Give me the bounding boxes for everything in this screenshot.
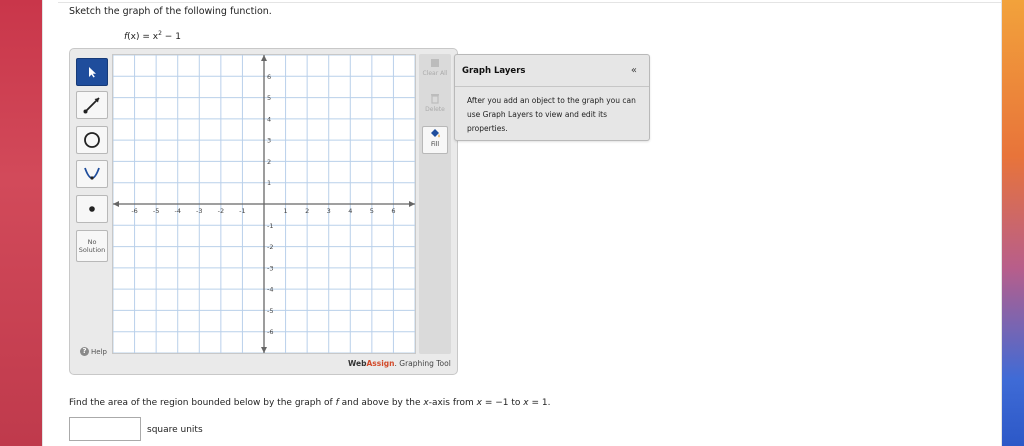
circle-icon [84,132,100,148]
graph-toolbar: No Solution ? Help [74,54,110,356]
pointer-tool-button[interactable] [76,58,108,86]
x-tick-label: 6 [391,207,395,215]
clear-all-label: Clear All [422,70,448,77]
desktop-background-left [0,0,42,446]
coordinate-grid[interactable]: -6 -5 -4 -3 -2 -1 1 2 3 4 5 6 6 5 4 3 2 1 -1 -2 -3 -4 -5 -6 [112,54,416,354]
y-tick-label: 3 [267,137,271,145]
area-question-part: = −1 to [482,398,524,408]
area-question-part: -axis from [428,398,477,408]
x-axis-arrow-right [409,201,415,207]
y-tick-label: 2 [267,158,271,166]
line-segment-icon [83,97,100,114]
no-solution-label-line2: Solution [78,246,106,254]
graph-layers-panel: Graph Layers « After you add an object t… [454,54,650,141]
pointer-icon [89,67,96,78]
line-segment-tool-button[interactable] [76,91,108,119]
area-question-part: = 1. [528,398,551,408]
fill-label: Fill [430,141,439,148]
graph-layers-description: After you add an object to the graph you… [467,96,636,133]
no-solution-button[interactable]: No Solution [76,230,108,262]
graph-side-tools: Clear All Delete Fill [419,54,451,354]
clear-all-button[interactable]: Clear All [422,58,448,86]
graph-canvas[interactable]: -6 -5 -4 -3 -2 -1 1 2 3 4 5 6 6 5 4 3 2 1 -1 -2 -3 -4 -5 -6 [112,54,416,354]
delete-button[interactable]: Delete [422,92,448,120]
x-tick-label: 3 [327,207,331,215]
x-tick-label: -1 [239,207,245,215]
card-divider [58,2,1002,3]
graph-layers-title: Graph Layers [462,66,526,76]
circle-tool-button[interactable] [76,126,108,154]
area-question-part: Find the area of the region bounded belo… [69,398,336,408]
function-body: (x) = x [127,32,159,42]
y-tick-label: -2 [267,243,273,251]
brand-web: Web [348,359,367,368]
x-tick-label: -6 [131,207,137,215]
y-axis-arrow-up [261,55,267,61]
graphing-tool: No Solution ? Help -6 -5 -4 -3 -2 -1 1 2 3 4 5 6 6 5 4… [69,48,458,375]
parabola-tool-button[interactable] [76,160,108,188]
webassign-branding: WebAssign. Graphing Tool [348,359,451,368]
y-tick-label: 6 [267,73,271,81]
x-tick-label: -5 [153,207,159,215]
y-tick-label: 1 [267,179,271,187]
y-tick-label: -4 [267,286,273,294]
y-tick-label: 5 [267,94,271,102]
collapse-icon[interactable]: « [631,65,637,76]
y-tick-label: -1 [267,222,273,230]
point-icon [89,206,95,212]
x-tick-label: 1 [284,207,288,215]
help-label: Help [91,347,107,356]
brand-suffix: . Graphing Tool [394,359,451,368]
units-label: square units [147,425,203,435]
brand-assign: Assign [366,359,395,368]
delete-label: Delete [425,106,445,113]
graph-layers-header[interactable]: Graph Layers « [455,55,649,87]
trash-icon [431,94,439,104]
area-question-text: Find the area of the region bounded belo… [69,398,550,408]
x-axis-arrow-left [113,201,119,207]
parabola-icon [84,167,100,180]
area-answer-input[interactable] [69,417,141,441]
fill-button[interactable]: Fill [422,126,448,154]
y-tick-label: -6 [267,328,273,336]
x-tick-label: 5 [370,207,374,215]
y-axis-arrow-down [261,347,267,353]
y-tick-label: -3 [267,264,273,272]
paint-bucket-icon [431,129,440,138]
point-tool-button[interactable] [76,195,108,223]
no-solution-label-line1: No [87,238,97,246]
function-expression: f(x) = x2 − 1 [124,30,181,42]
x-tick-label: 4 [348,207,352,215]
x-tick-label: -3 [196,207,202,215]
x-tick-label: -2 [218,207,224,215]
help-link[interactable]: ? Help [80,347,107,356]
function-tail: − 1 [161,32,181,42]
x-tick-label: 2 [305,207,309,215]
area-question-part: and above by the [338,398,424,408]
clear-all-icon [431,59,439,67]
help-icon: ? [80,347,89,356]
x-tick-label: -4 [174,207,180,215]
y-tick-label: 4 [267,115,271,123]
y-tick-label: -5 [267,307,273,315]
question-instruction: Sketch the graph of the following functi… [69,6,272,17]
